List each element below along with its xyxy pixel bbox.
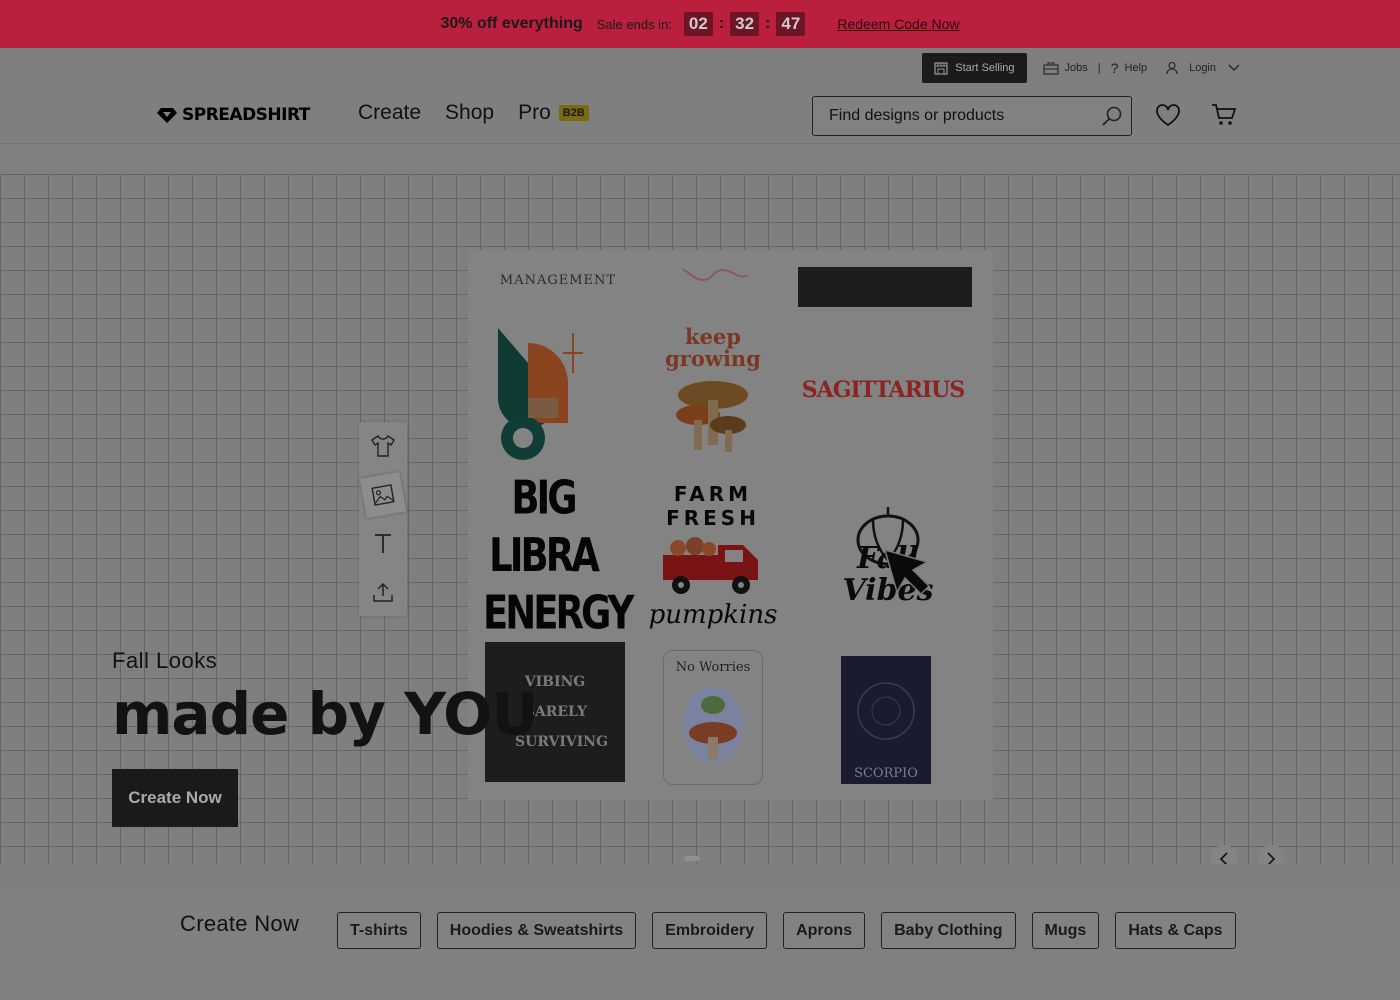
abstract-plant-graphic — [498, 327, 583, 460]
login-label: Login — [1189, 62, 1216, 74]
jobs-link[interactable]: Jobs — [1042, 61, 1088, 75]
logo-text: SPREADSHIRT — [182, 105, 310, 125]
category-strip-title: Create Now — [180, 911, 300, 936]
image-icon — [371, 483, 395, 506]
main-nav: Create Shop Pro B2B — [358, 101, 589, 125]
design-abstract-plant[interactable] — [483, 320, 603, 465]
help-label: Help — [1124, 62, 1148, 74]
category-hats-caps[interactable]: Hats & Caps — [1115, 912, 1236, 949]
search-input[interactable] — [829, 107, 1089, 125]
search-box — [812, 96, 1132, 136]
carousel-dot[interactable] — [684, 856, 700, 861]
nav-pro-label: Pro — [518, 101, 551, 124]
constellation-graphic — [857, 682, 915, 740]
create-now-button[interactable]: Create Now — [112, 769, 238, 827]
timer-separator: : — [765, 15, 771, 32]
design-management-text: MANAGEMENT — [499, 272, 617, 288]
jobs-label: Jobs — [1064, 62, 1088, 74]
design-farm-fresh[interactable]: FARM FRESH pumpkins — [628, 478, 798, 633]
category-hoodies[interactable]: Hoodies & Sweatshirts — [436, 912, 637, 949]
promo-bar: 30% off everything Sale ends in: 02 : 32… — [0, 0, 1400, 48]
nav-shop[interactable]: Shop — [445, 101, 494, 125]
nav-pro[interactable]: Pro B2B — [518, 101, 589, 125]
timer-minutes: 32 — [730, 12, 760, 36]
design-dark-banner[interactable] — [798, 267, 972, 307]
design-scorpio[interactable]: SCORPIO — [841, 656, 931, 784]
keep-growing-text: keep growing — [665, 323, 761, 371]
sale-ends-label: Sale ends in: — [596, 16, 672, 32]
design-keep-growing[interactable]: keep growing — [648, 320, 778, 465]
hearts-graphic — [682, 268, 749, 282]
timer-separator: : — [718, 15, 725, 32]
product-tool[interactable] — [363, 426, 403, 466]
big-libra-text: BIG LIBRA ENERGY — [483, 470, 634, 640]
truck-graphic — [663, 536, 758, 594]
start-selling-label: Start Selling — [955, 62, 1015, 74]
spreadshirt-logo[interactable]: SPREADSHIRT — [156, 105, 310, 125]
hero-bottom-spacer — [0, 864, 1400, 891]
divider: | — [1097, 62, 1101, 74]
logo-heart-icon — [157, 108, 177, 123]
timer-hours: 02 — [683, 12, 713, 36]
farm-fresh-text: FARM FRESH — [666, 481, 760, 530]
image-tool[interactable] — [359, 471, 407, 518]
promo-headline: 30% off everything — [440, 15, 583, 32]
chevron-down-icon — [1228, 64, 1240, 71]
countdown-timer: 02 : 32 : 47 — [683, 12, 806, 36]
briefcase-icon — [1042, 62, 1059, 75]
cursor-arrow-icon — [883, 548, 931, 596]
main-header: SPREADSHIRT Create Shop Pro B2B — [0, 87, 1400, 144]
design-toolbar — [359, 422, 407, 616]
design-no-worries[interactable]: No Worries — [663, 650, 763, 785]
pumpkins-text: pumpkins — [648, 599, 778, 630]
header-spacer — [0, 144, 1400, 174]
timer-seconds: 47 — [776, 12, 806, 36]
design-big-libra[interactable]: BIG LIBRA ENERGY — [478, 471, 634, 640]
frog-mushroom-graphic — [683, 687, 743, 763]
redeem-code-link[interactable]: Redeem Code Now — [837, 16, 959, 32]
b2b-badge: B2B — [558, 105, 589, 121]
category-mugs[interactable]: Mugs — [1031, 912, 1100, 949]
user-icon — [1166, 61, 1178, 75]
store-icon — [934, 62, 948, 75]
mushroom-graphic — [676, 380, 748, 452]
help-link[interactable]: ? Help — [1111, 60, 1147, 76]
upload-icon — [373, 582, 393, 602]
cart-icon[interactable] — [1211, 103, 1237, 127]
hero-title: made by YOU — [112, 680, 538, 748]
category-baby-clothing[interactable]: Baby Clothing — [881, 912, 1016, 949]
text-icon — [375, 534, 391, 554]
category-tshirts[interactable]: T-shirts — [337, 912, 421, 949]
category-list: T-shirts Hoodies & Sweatshirts Embroider… — [337, 912, 1236, 949]
start-selling-button[interactable]: Start Selling — [922, 53, 1027, 83]
upload-tool[interactable] — [363, 572, 403, 612]
sagittarius-text: SAGITTARIUS — [801, 377, 966, 403]
category-aprons[interactable]: Aprons — [783, 912, 866, 949]
heart-icon[interactable] — [1155, 103, 1181, 127]
design-sagittarius[interactable]: SAGITTARIUS — [802, 340, 966, 440]
hero-kicker: Fall Looks — [112, 648, 218, 673]
login-link[interactable]: Login — [1165, 61, 1240, 75]
nav-create[interactable]: Create — [358, 101, 421, 125]
no-worries-text: No Worries — [675, 660, 751, 675]
scorpio-text: SCORPIO — [854, 766, 918, 781]
design-showcase: MANAGEMENT keep growing SAGITTARIUS BIG … — [468, 250, 993, 800]
design-hearts[interactable] — [648, 260, 788, 300]
search-icon[interactable] — [1101, 105, 1123, 127]
text-tool[interactable] — [363, 523, 403, 563]
utility-bar: Start Selling Jobs | ? Help Login — [0, 48, 1400, 87]
category-strip: Create Now T-shirts Hoodies & Sweatshirt… — [0, 891, 1400, 1000]
question-icon: ? — [1110, 60, 1119, 76]
tshirt-icon — [371, 435, 395, 457]
design-management[interactable]: MANAGEMENT — [488, 260, 628, 300]
category-embroidery[interactable]: Embroidery — [652, 912, 768, 949]
